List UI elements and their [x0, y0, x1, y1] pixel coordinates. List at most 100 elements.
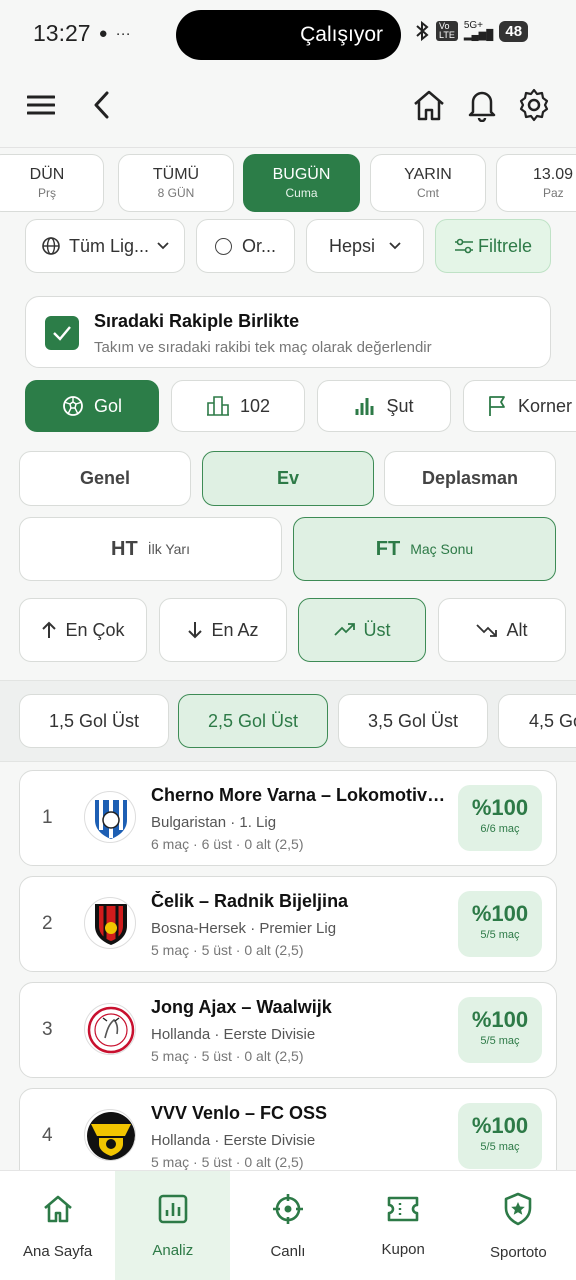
- match-stats: 5 maç · 5 üst · 0 alt (2,5): [151, 942, 304, 958]
- match-card[interactable]: 1 Cherno More Varna – Lokomotiv Sofia Bu…: [19, 770, 557, 866]
- half-tab-ht[interactable]: HT İlk Yarı: [19, 517, 282, 581]
- percent-badge: %100 5/5 maç: [458, 891, 542, 957]
- radio-icon: [214, 237, 232, 255]
- sort-label: Üst: [363, 619, 391, 640]
- nav-sportoto[interactable]: Sportoto: [461, 1171, 576, 1280]
- stat-tab-corner[interactable]: Korner: [463, 380, 576, 432]
- stat-tab-label: Şut: [386, 395, 414, 416]
- league-select[interactable]: Tüm Lig...: [25, 219, 185, 273]
- venue-tab-label: Genel: [79, 468, 131, 488]
- sort-over[interactable]: Üst: [298, 598, 426, 662]
- nav-coupon[interactable]: Kupon: [346, 1171, 461, 1280]
- order-select-label: Or...: [241, 235, 276, 256]
- more-icon: ···: [115, 25, 131, 42]
- checkbox-checked-icon[interactable]: [45, 316, 79, 350]
- target-icon: [272, 1193, 303, 1224]
- date-label: TÜMÜ: [152, 166, 200, 183]
- sort-label: En Az: [211, 619, 259, 640]
- half-tab-ft[interactable]: FT Maç Sonu: [293, 517, 556, 581]
- globe-icon: [42, 237, 60, 255]
- percent-sub: 5/5 maç: [480, 1141, 520, 1153]
- sort-least[interactable]: En Az: [159, 598, 287, 662]
- team-logo: [84, 897, 136, 949]
- status-time: 13:27 ● ···: [33, 20, 131, 47]
- date-chip-sunday[interactable]: 13.09 Paz: [496, 154, 576, 212]
- league-select-label: Tüm Lig...: [68, 235, 150, 256]
- nav-analysis[interactable]: Analiz: [115, 1171, 231, 1280]
- all-select-label: Hepsi: [328, 235, 376, 256]
- match-rank: 4: [42, 1125, 53, 1146]
- percent-sub: 5/5 maç: [480, 929, 520, 941]
- settings-gear-icon[interactable]: [512, 83, 556, 127]
- match-rank: 1: [42, 807, 53, 828]
- stat-tab-label: Gol: [93, 395, 122, 416]
- nav-label: Ana Sayfa: [22, 1242, 93, 1260]
- match-stats: 5 maç · 5 üst · 0 alt (2,5): [151, 1154, 304, 1170]
- venue-tab-away[interactable]: Deplasman: [384, 451, 556, 506]
- flag-icon: [489, 396, 505, 416]
- date-sub: 8 GÜN: [157, 186, 195, 200]
- line-chip-label: 1,5 Gol Üst: [48, 710, 140, 731]
- match-title: Cherno More Varna – Lokomotiv Sofia: [151, 785, 446, 805]
- stat-tab-count[interactable]: 102: [171, 380, 305, 432]
- arrow-up-icon: [42, 621, 57, 638]
- team-logo: [84, 791, 136, 843]
- match-league: Bulgaristan · 1. Lig: [151, 814, 277, 831]
- match-title: Čelik – Radnik Bijeljina: [151, 891, 349, 911]
- next-opponent-toggle[interactable]: Sıradaki Rakiple Birlikte Takım ve sırad…: [25, 296, 551, 368]
- line-chip-1-5[interactable]: 1,5 Gol Üst: [19, 694, 169, 748]
- signal-icon: 5G+ ▂▄▆█: [463, 20, 494, 41]
- chart-icon: [158, 1194, 188, 1223]
- venue-tab-home[interactable]: Ev: [202, 451, 374, 506]
- buildings-icon: [206, 396, 229, 416]
- percent-badge: %100 5/5 maç: [458, 1103, 542, 1169]
- match-card[interactable]: 3 Jong Ajax – Waalwijk Hollanda · Eerste…: [19, 982, 557, 1078]
- date-sub: Paz: [543, 186, 564, 200]
- network-text: 5G+: [463, 20, 484, 31]
- line-chip-label: 2,5 Gol Üst: [207, 710, 299, 731]
- nav-live[interactable]: Canlı: [230, 1171, 345, 1280]
- sort-under[interactable]: Alt: [438, 598, 566, 662]
- date-chip-today[interactable]: BUGÜN Cuma: [243, 154, 360, 212]
- bell-icon[interactable]: [460, 83, 504, 127]
- date-chip-yesterday[interactable]: DÜN Prş: [0, 154, 104, 212]
- stat-tab-goal[interactable]: Gol: [25, 380, 159, 432]
- match-card[interactable]: 2 Čelik – Radnik Bijeljina Bosna-Hersek …: [19, 876, 557, 972]
- order-select[interactable]: Or...: [196, 219, 295, 273]
- venue-tab-label: Deplasman: [421, 468, 519, 488]
- percent-badge: %100 6/6 maç: [458, 785, 542, 851]
- match-league: Hollanda · Eerste Divisie: [151, 1026, 316, 1043]
- filter-button[interactable]: Filtrele: [435, 219, 551, 273]
- all-select[interactable]: Hepsi: [306, 219, 424, 273]
- back-icon[interactable]: [80, 83, 124, 127]
- match-title: Jong Ajax – Waalwijk: [151, 997, 332, 1017]
- half-tab-sub: İlk Yarı: [147, 541, 190, 557]
- line-chip-3-5[interactable]: 3,5 Gol Üst: [338, 694, 488, 748]
- ticket-icon: [387, 1196, 419, 1221]
- sort-most[interactable]: En Çok: [19, 598, 147, 662]
- chevron-down-icon: [157, 242, 169, 250]
- toggle-title: Sıradaki Rakiple Birlikte: [94, 311, 300, 331]
- date-label: 13.09: [533, 166, 574, 183]
- volte-icon: Vo LTE: [436, 21, 458, 41]
- line-chip-2-5[interactable]: 2,5 Gol Üst: [178, 694, 328, 748]
- date-chip-tomorrow[interactable]: YARIN Cmt: [370, 154, 486, 212]
- nav-label: Analiz: [152, 1241, 194, 1259]
- date-sub: Cuma: [285, 186, 318, 200]
- toggle-description: Takım ve sıradaki rakibi tek maç olarak …: [94, 339, 432, 356]
- home-icon[interactable]: [407, 83, 451, 127]
- nav-home[interactable]: Ana Sayfa: [0, 1171, 115, 1280]
- percent-sub: 5/5 maç: [480, 1035, 520, 1047]
- stat-tab-shot[interactable]: Şut: [317, 380, 451, 432]
- menu-icon[interactable]: [19, 83, 63, 127]
- date-chip-all[interactable]: TÜMÜ 8 GÜN: [118, 154, 234, 212]
- chat-icon: ●: [98, 25, 108, 42]
- half-tab-sub: Maç Sonu: [410, 541, 474, 557]
- system-icons: Vo LTE 5G+ ▂▄▆█ 48: [414, 20, 529, 42]
- top-bar: [0, 70, 576, 148]
- line-chip-4-5[interactable]: 4,5 Gol Üst: [498, 694, 576, 748]
- half-tab-label: FT: [375, 537, 401, 560]
- half-tab-label: HT: [111, 537, 138, 560]
- trend-down-icon: [476, 624, 498, 637]
- venue-tab-general[interactable]: Genel: [19, 451, 191, 506]
